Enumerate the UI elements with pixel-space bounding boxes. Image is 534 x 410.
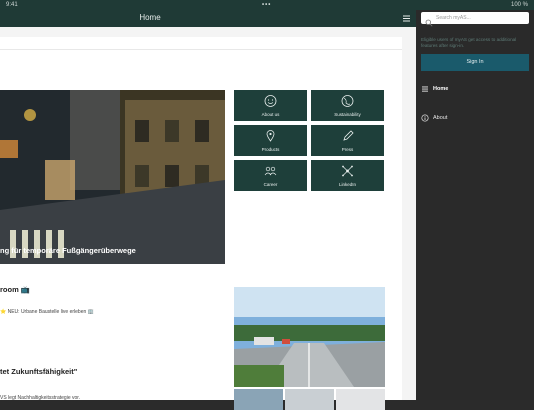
- nav-item-label: About: [433, 115, 448, 121]
- tile-about-us[interactable]: About us: [234, 90, 307, 121]
- battery-status: 100 %: [510, 2, 528, 8]
- tile-label: Career: [263, 182, 278, 187]
- content-card: ng für temporäre Fußgängerüberwege About…: [0, 37, 402, 410]
- tile-label: About us: [261, 112, 280, 117]
- nav-item-label: Home: [433, 86, 449, 92]
- side-drawer: Eligible users of myAS get access to add…: [416, 10, 534, 400]
- hamburger-menu-icon[interactable]: [402, 14, 411, 23]
- status-bar: 9:41 ••• 100 %: [0, 0, 534, 10]
- search-icon: [425, 14, 433, 27]
- newsroom-title: room 📺: [0, 285, 31, 294]
- tile-label: Press: [341, 147, 354, 152]
- sign-in-button[interactable]: Sign In: [421, 54, 529, 71]
- signin-note: Eligible users of myAS get access to add…: [421, 37, 517, 48]
- pen-icon: [311, 129, 384, 143]
- main-content: ng für temporäre Fußgängerüberwege About…: [0, 27, 416, 410]
- info-icon: [421, 114, 429, 122]
- search-box[interactable]: [421, 12, 529, 27]
- location-icon: [234, 129, 307, 143]
- tile-sustainability[interactable]: Sustainability: [311, 90, 384, 121]
- nav-item-home[interactable]: Home: [421, 83, 529, 95]
- hero-image[interactable]: ng für temporäre Fußgängerüberwege: [0, 90, 225, 264]
- hero-caption[interactable]: ng für temporäre Fußgängerüberwege: [0, 246, 136, 255]
- page-title: Home: [139, 13, 161, 22]
- tile-press[interactable]: Press: [311, 125, 384, 156]
- tile-career[interactable]: Career: [234, 160, 307, 191]
- network-icon: [311, 164, 384, 178]
- story-title[interactable]: tet Zukunftsfähigkeit": [0, 367, 77, 376]
- tile-label: Sustainability: [334, 112, 361, 117]
- search-input[interactable]: [436, 13, 524, 23]
- smiley-icon: [234, 94, 307, 108]
- story-subtitle: VS legt Nachhaltigkeitsstrategie vor.: [0, 395, 81, 401]
- tile-linkedin[interactable]: LinkedIn: [311, 160, 384, 191]
- status-time: 9:41: [6, 2, 18, 8]
- multitask-dots-icon[interactable]: •••: [262, 0, 271, 10]
- nav-item-about[interactable]: About: [421, 112, 529, 124]
- globe-icon: [311, 94, 384, 108]
- newsroom-item[interactable]: ⭐ NEU: Urbane Baustelle live erleben 🏢: [0, 309, 94, 315]
- list-icon: [421, 85, 429, 93]
- tile-products[interactable]: Products: [234, 125, 307, 156]
- divider: [0, 49, 402, 50]
- tile-label: LinkedIn: [338, 182, 356, 187]
- tile-label: Products: [261, 147, 280, 152]
- app-header: Home: [0, 10, 416, 27]
- people-icon: [234, 164, 307, 178]
- highway-photo[interactable]: [234, 287, 385, 387]
